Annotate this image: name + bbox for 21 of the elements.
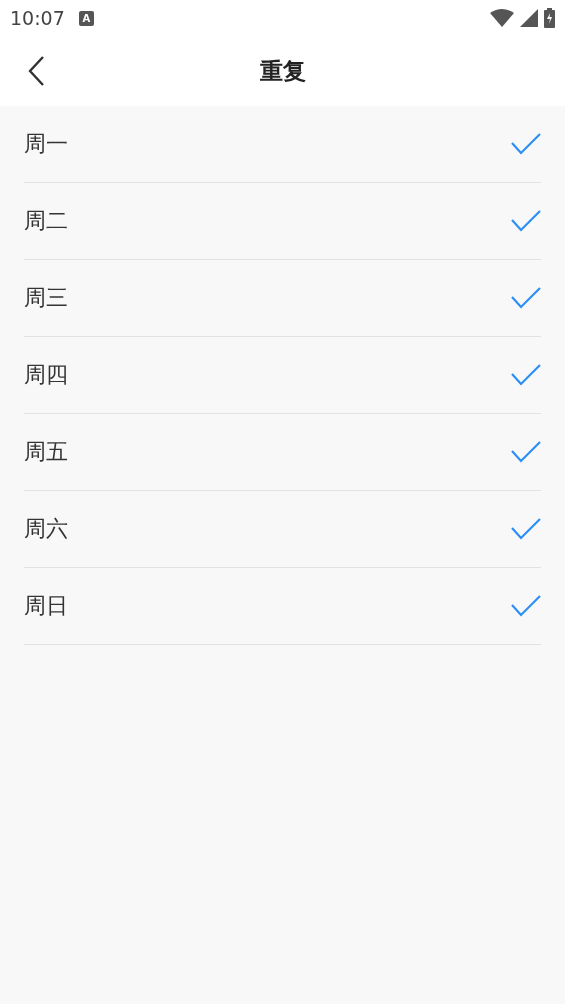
day-option[interactable]: 周四 <box>24 337 541 414</box>
day-option[interactable]: 周日 <box>24 568 541 645</box>
day-label: 周五 <box>24 438 68 466</box>
wifi-icon <box>490 9 514 27</box>
battery-icon <box>544 8 555 28</box>
day-label: 周日 <box>24 592 68 620</box>
notification-icon: A <box>78 10 94 26</box>
page-title: 重复 <box>259 56 306 86</box>
day-label: 周二 <box>24 207 68 235</box>
day-label: 周六 <box>24 515 68 543</box>
signal-icon <box>520 9 538 27</box>
day-option[interactable]: 周一 <box>24 106 541 183</box>
day-option[interactable]: 周六 <box>24 491 541 568</box>
day-label: 周四 <box>24 361 68 389</box>
day-label: 周三 <box>24 284 68 312</box>
day-label: 周一 <box>24 130 68 158</box>
day-option[interactable]: 周三 <box>24 260 541 337</box>
status-time: 10:07 <box>10 7 65 29</box>
back-icon <box>28 56 44 86</box>
day-option[interactable]: 周二 <box>24 183 541 260</box>
day-option[interactable]: 周五 <box>24 414 541 491</box>
